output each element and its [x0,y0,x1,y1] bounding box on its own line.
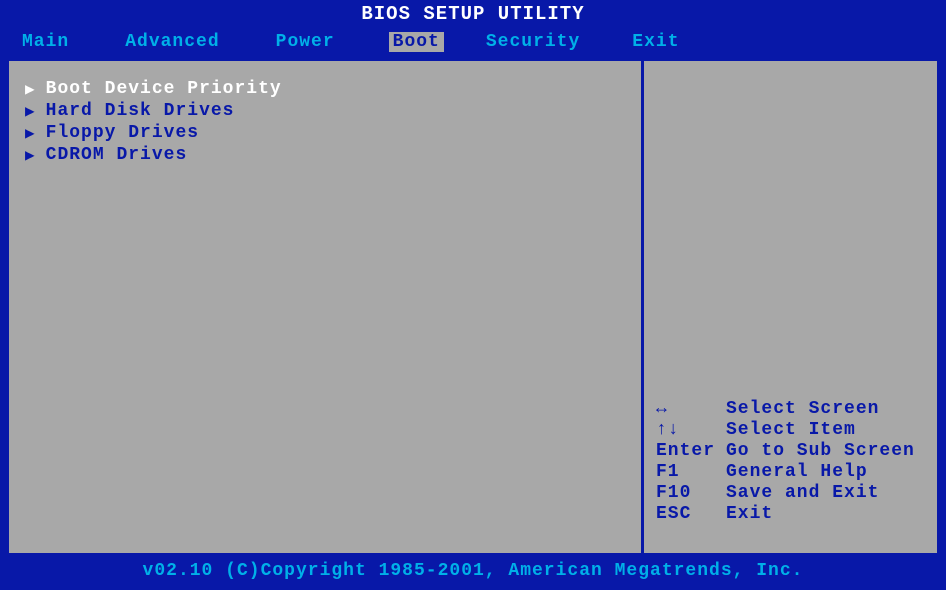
help-action: Select Item [726,420,925,440]
arrow-icon: ▶ [25,123,36,143]
title-bar: BIOS SETUP UTILITY [0,0,946,28]
arrow-icon: ▶ [25,101,36,121]
help-section: ↔ Select Screen ↑↓ Select Item Enter Go … [656,399,925,535]
tab-advanced[interactable]: Advanced [121,32,223,52]
help-panel: ↔ Select Screen ↑↓ Select Item Enter Go … [644,61,937,553]
help-key: Enter [656,441,726,461]
boot-item-label: Boot Device Priority [46,79,282,99]
help-action: Go to Sub Screen [726,441,925,461]
boot-item-floppy[interactable]: ▶ Floppy Drives [25,123,625,143]
help-row: Enter Go to Sub Screen [656,441,925,461]
copyright-text: v02.10 (C)Copyright 1985-2001, American … [143,561,804,581]
help-key: F10 [656,483,726,503]
help-action: Save and Exit [726,483,925,503]
help-key: ESC [656,504,726,524]
footer-bar: v02.10 (C)Copyright 1985-2001, American … [0,556,946,586]
help-row: ↑↓ Select Item [656,420,925,440]
help-key: F1 [656,462,726,482]
boot-item-priority[interactable]: ▶ Boot Device Priority [25,79,625,99]
boot-item-label: CDROM Drives [46,145,188,165]
bios-title: BIOS SETUP UTILITY [361,3,584,25]
help-action: Select Screen [726,399,925,419]
boot-item-label: Floppy Drives [46,123,199,143]
help-key: ↔ [656,399,726,419]
help-row: ESC Exit [656,504,925,524]
help-row: ↔ Select Screen [656,399,925,419]
help-action: Exit [726,504,925,524]
tab-power[interactable]: Power [272,32,339,52]
tab-exit[interactable]: Exit [628,32,683,52]
help-key: ↑↓ [656,420,726,440]
boot-options-panel: ▶ Boot Device Priority ▶ Hard Disk Drive… [9,61,644,553]
help-action: General Help [726,462,925,482]
boot-item-hdd[interactable]: ▶ Hard Disk Drives [25,101,625,121]
help-row: F10 Save and Exit [656,483,925,503]
tab-boot[interactable]: Boot [389,32,444,52]
boot-item-cdrom[interactable]: ▶ CDROM Drives [25,145,625,165]
tab-security[interactable]: Security [482,32,584,52]
arrow-icon: ▶ [25,145,36,165]
content-area: ▶ Boot Device Priority ▶ Hard Disk Drive… [6,58,940,556]
menu-bar: Main Advanced Power Boot Security Exit [0,28,946,58]
arrow-icon: ▶ [25,79,36,99]
boot-item-label: Hard Disk Drives [46,101,235,121]
tab-main[interactable]: Main [18,32,73,52]
help-row: F1 General Help [656,462,925,482]
